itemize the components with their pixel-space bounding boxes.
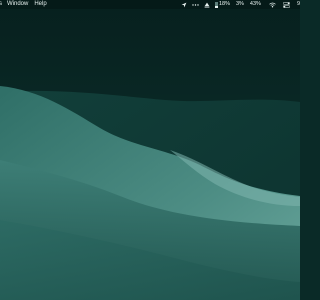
menu-item-window[interactable]: Window (7, 0, 28, 9)
cpu-usage-label: 18% (218, 1, 230, 7)
disk-meter[interactable]: 43% (249, 0, 261, 9)
ellipsis-icon[interactable] (192, 0, 199, 9)
clock-label: 9 (296, 1, 300, 7)
cpu-meter[interactable]: 18% (214, 0, 230, 9)
menu-bar: s Window Help 18% 3% 43% 9 (0, 0, 300, 9)
menu-bar-left: s Window Help (0, 0, 53, 9)
upload-arrow-icon[interactable] (204, 0, 210, 9)
menu-bar-status: 18% 3% 43% 9 (176, 0, 300, 9)
menu-item-help[interactable]: Help (34, 0, 46, 9)
memory-usage-label: 3% (235, 1, 244, 7)
location-arrow-icon[interactable] (181, 0, 187, 9)
menu-item-app-truncated[interactable]: s (0, 0, 2, 9)
desktop: s Window Help 18% 3% 43% 9 (0, 0, 300, 300)
clock[interactable]: 9 (296, 0, 300, 9)
wifi-icon[interactable] (269, 0, 276, 9)
wallpaper (0, 0, 300, 300)
memory-meter[interactable]: 3% (235, 0, 244, 9)
control-center-icon[interactable] (282, 0, 290, 9)
disk-usage-label: 43% (249, 1, 261, 7)
